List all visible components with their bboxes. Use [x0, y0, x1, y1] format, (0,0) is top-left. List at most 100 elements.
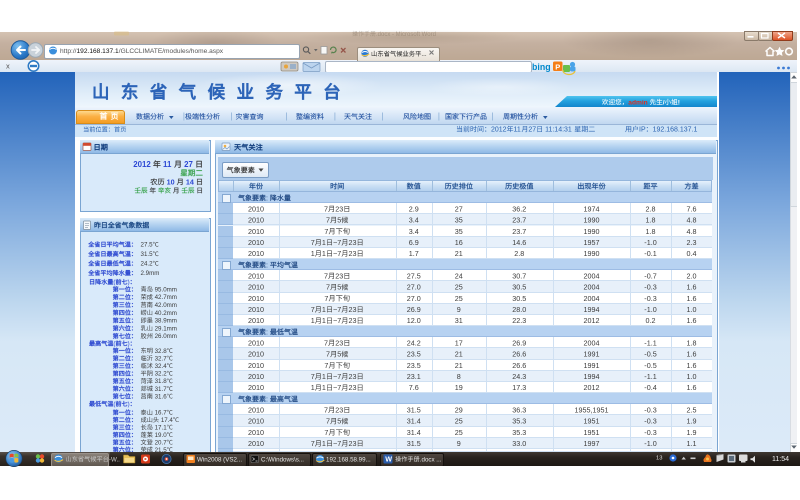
svg-text:17.3: 17.3	[512, 383, 526, 392]
svg-text:11:54: 11:54	[772, 456, 789, 463]
svg-text:1.8: 1.8	[687, 339, 697, 348]
svg-text:23: 23	[335, 272, 343, 281]
svg-text:1951: 1951	[584, 417, 600, 426]
svg-text:2012: 2012	[491, 127, 507, 134]
svg-text:36.2: 36.2	[512, 205, 526, 214]
svg-text:1951: 1951	[584, 428, 600, 437]
svg-text:1.6: 1.6	[687, 361, 697, 370]
svg-text:1955,1951: 1955,1951	[575, 406, 609, 415]
svg-text:95.0mm: 95.0mm	[153, 286, 177, 293]
svg-text:23: 23	[335, 339, 343, 348]
svg-text:/GLCCLIMATE/modules/home.aspx: /GLCCLIMATE/modules/home.aspx	[119, 48, 224, 55]
svg-text:40.2mm: 40.2mm	[153, 310, 177, 317]
svg-text:7: 7	[311, 305, 315, 314]
svg-text:32.8: 32.8	[153, 348, 167, 355]
svg-text:23: 23	[349, 383, 357, 392]
svg-text:1997: 1997	[584, 439, 600, 448]
svg-text:(: (	[113, 401, 115, 408]
svg-text:1991: 1991	[584, 350, 600, 359]
svg-text:1: 1	[311, 383, 315, 392]
svg-text:24.2: 24.2	[141, 261, 154, 268]
svg-text:W: W	[385, 455, 392, 464]
svg-text:1.1: 1.1	[687, 439, 697, 448]
svg-text:1994: 1994	[584, 372, 600, 381]
svg-text:2010: 2010	[248, 350, 264, 359]
svg-text:!: !	[678, 99, 680, 106]
svg-text:1: 1	[311, 316, 315, 325]
svg-text:7: 7	[326, 350, 330, 359]
svg-text:29: 29	[455, 406, 463, 415]
svg-text:2004: 2004	[584, 294, 600, 303]
svg-text:7: 7	[326, 216, 330, 225]
svg-text:36.3: 36.3	[512, 406, 526, 415]
svg-text:2010: 2010	[248, 428, 264, 437]
svg-text:1991: 1991	[584, 361, 600, 370]
svg-text:5: 5	[337, 216, 341, 225]
svg-text:7: 7	[324, 227, 328, 236]
svg-text:1.6: 1.6	[687, 350, 697, 359]
svg-text:1.9: 1.9	[687, 417, 697, 426]
svg-text:9: 9	[457, 439, 461, 448]
svg-text:23.7: 23.7	[512, 216, 526, 225]
svg-text:7: 7	[324, 428, 328, 437]
svg-text:28.0: 28.0	[512, 305, 526, 314]
svg-text:1: 1	[322, 316, 326, 325]
svg-text:31.7: 31.7	[153, 386, 167, 393]
svg-text:2010: 2010	[248, 305, 264, 314]
svg-text:...: ...	[421, 51, 426, 58]
svg-text:192.168.137.1: 192.168.137.1	[653, 127, 698, 134]
svg-text:31.6: 31.6	[153, 393, 167, 400]
svg-text:1994: 1994	[584, 305, 600, 314]
svg-text:1.6: 1.6	[687, 383, 697, 392]
svg-text:1.8: 1.8	[646, 216, 656, 225]
svg-text:14: 14	[186, 177, 194, 186]
svg-text:2010: 2010	[248, 339, 264, 348]
svg-text:-0.3: -0.3	[644, 406, 656, 415]
svg-text:~7: ~7	[333, 383, 341, 392]
svg-text:11:14:31: 11:14:31	[543, 127, 574, 134]
svg-text:.docx - Microsoft Word: .docx - Microsoft Word	[376, 32, 436, 38]
svg-text:): )	[128, 341, 130, 348]
svg-text:24.2: 24.2	[407, 339, 421, 348]
svg-text:-0.3: -0.3	[644, 283, 656, 292]
svg-text:2.5: 2.5	[687, 406, 697, 415]
svg-text:-1.0: -1.0	[644, 305, 656, 314]
svg-text:~7: ~7	[333, 372, 341, 381]
svg-text:1.0: 1.0	[687, 305, 697, 314]
svg-text:~7: ~7	[333, 439, 341, 448]
svg-text:24: 24	[455, 272, 463, 281]
svg-text:27.0: 27.0	[407, 283, 421, 292]
svg-text:2012: 2012	[133, 160, 151, 169]
svg-text:1: 1	[322, 238, 326, 247]
svg-text:23.5: 23.5	[407, 350, 421, 359]
svg-text:1.6: 1.6	[687, 294, 697, 303]
svg-text:2010: 2010	[248, 216, 264, 225]
svg-text:7: 7	[311, 439, 315, 448]
svg-text:10: 10	[167, 177, 175, 186]
svg-text:-0.5: -0.5	[644, 350, 656, 359]
svg-text:1.9: 1.9	[687, 428, 697, 437]
svg-text:P: P	[555, 62, 560, 71]
svg-text:30.5: 30.5	[512, 283, 526, 292]
svg-text:0.2: 0.2	[646, 316, 656, 325]
svg-text:32.2: 32.2	[153, 371, 167, 378]
svg-text:1990: 1990	[584, 227, 600, 236]
svg-text:~7: ~7	[333, 238, 341, 247]
svg-text:7: 7	[326, 417, 330, 426]
svg-text:2010: 2010	[248, 272, 264, 281]
svg-text:-0.3: -0.3	[644, 417, 656, 426]
svg-text:38.9mm: 38.9mm	[153, 318, 177, 325]
svg-text:23: 23	[349, 372, 357, 381]
svg-text:192.168.137.1: 192.168.137.1	[77, 48, 120, 55]
svg-text:21: 21	[455, 361, 463, 370]
svg-text:): )	[128, 401, 130, 408]
svg-text:http://: http://	[60, 48, 77, 55]
svg-text:-W..: -W..	[109, 456, 120, 463]
svg-text:23.7: 23.7	[512, 227, 526, 236]
svg-text:192.168.58.99...: 192.168.58.99...	[326, 456, 371, 463]
svg-text:7.6: 7.6	[409, 383, 419, 392]
svg-text:7: 7	[324, 205, 328, 214]
svg-text:24.3: 24.3	[512, 372, 526, 381]
svg-text:2010: 2010	[248, 372, 264, 381]
svg-text:7: 7	[324, 294, 328, 303]
